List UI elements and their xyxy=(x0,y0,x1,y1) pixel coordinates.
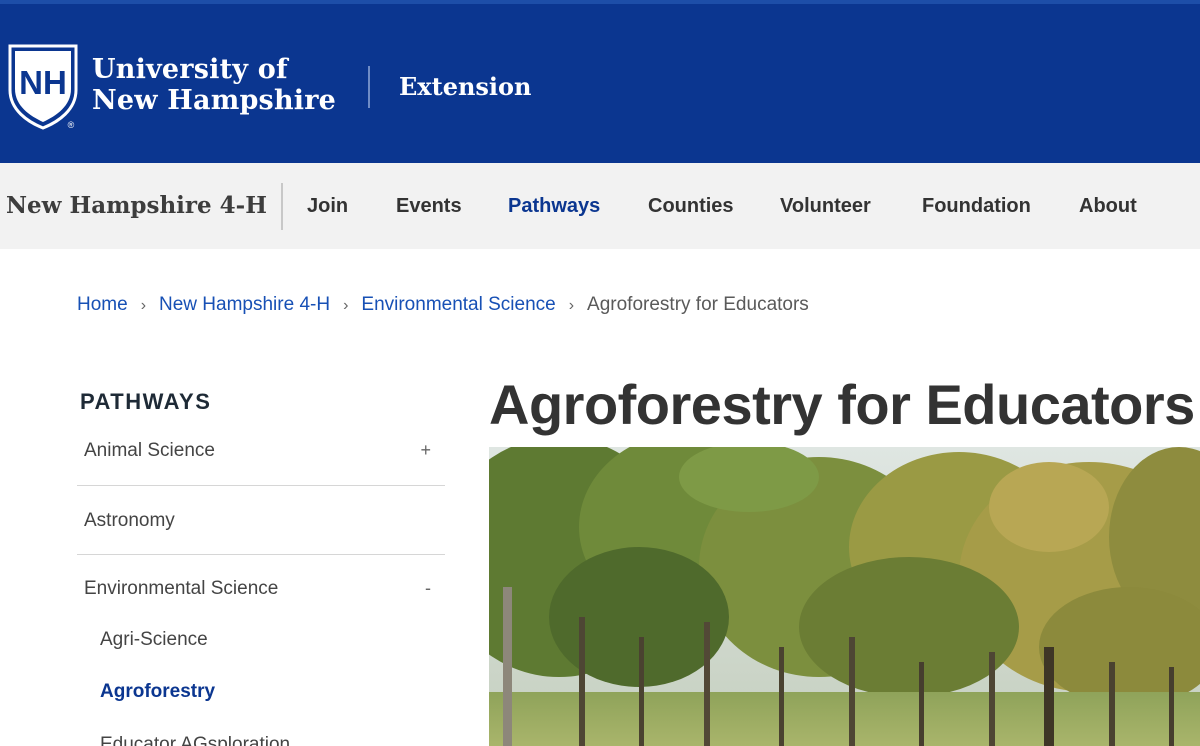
sidebar-item-environmental-science[interactable]: Environmental Science - xyxy=(77,578,445,602)
university-name-line2: New Hampshire xyxy=(92,85,337,116)
sidebar-item-animal-science[interactable]: Animal Science + xyxy=(77,440,445,464)
svg-text:®: ® xyxy=(68,120,75,130)
svg-text:NH: NH xyxy=(19,64,67,101)
breadcrumb-environmental-science[interactable]: Environmental Science xyxy=(361,294,555,315)
sidebar-subitem-educator-agsploration[interactable]: Educator AGsploration xyxy=(100,734,290,746)
university-name-line1: University of xyxy=(92,54,288,85)
extension-link[interactable]: Extension xyxy=(399,72,532,101)
header-divider xyxy=(368,66,370,108)
site-header: NH ® University of New Hampshire Extensi… xyxy=(0,0,1200,163)
nav-counties[interactable]: Counties xyxy=(648,195,734,218)
collapse-icon[interactable]: - xyxy=(425,578,431,599)
university-name[interactable]: University of New Hampshire xyxy=(92,54,336,116)
secondary-nav: New Hampshire 4-H Join Events Pathways C… xyxy=(0,163,1200,249)
nav-events[interactable]: Events xyxy=(396,195,462,218)
breadcrumb-home[interactable]: Home xyxy=(77,294,128,315)
nav-pathways[interactable]: Pathways xyxy=(508,195,600,218)
breadcrumb-current: Agroforestry for Educators xyxy=(587,294,809,315)
sidebar-divider xyxy=(77,485,445,486)
nav-foundation[interactable]: Foundation xyxy=(922,195,1031,218)
agroforestry-trees-photo xyxy=(489,447,1200,746)
sidebar-subitem-agroforestry[interactable]: Agroforestry xyxy=(100,681,215,703)
nav-join[interactable]: Join xyxy=(307,195,348,218)
nav-divider xyxy=(281,183,283,230)
expand-icon[interactable]: + xyxy=(420,440,431,461)
sidebar-subitem-agri-science[interactable]: Agri-Science xyxy=(100,629,208,651)
breadcrumb-nh-4h[interactable]: New Hampshire 4-H xyxy=(159,294,330,315)
sidebar-item-label: Astronomy xyxy=(84,510,175,531)
nav-volunteer[interactable]: Volunteer xyxy=(780,195,871,218)
nav-about[interactable]: About xyxy=(1079,195,1137,218)
sidebar-item-astronomy[interactable]: Astronomy xyxy=(77,510,445,534)
sidebar-item-label: Animal Science xyxy=(84,440,215,461)
site-title[interactable]: New Hampshire 4-H xyxy=(6,192,267,219)
page-title: Agroforestry for Educators xyxy=(489,373,1195,436)
sidebar-divider xyxy=(77,554,445,555)
breadcrumb-separator: › xyxy=(568,297,575,314)
breadcrumb-separator: › xyxy=(343,297,349,314)
sidebar-item-label: Environmental Science xyxy=(84,578,279,599)
breadcrumb-separator: › xyxy=(140,297,147,314)
hero-image xyxy=(489,447,1200,746)
sidebar-heading: PATHWAYS xyxy=(80,389,212,414)
breadcrumb: Home › New Hampshire 4-H › Environmental Sci… xyxy=(77,294,809,316)
unh-shield-logo[interactable]: NH ® xyxy=(8,44,78,130)
